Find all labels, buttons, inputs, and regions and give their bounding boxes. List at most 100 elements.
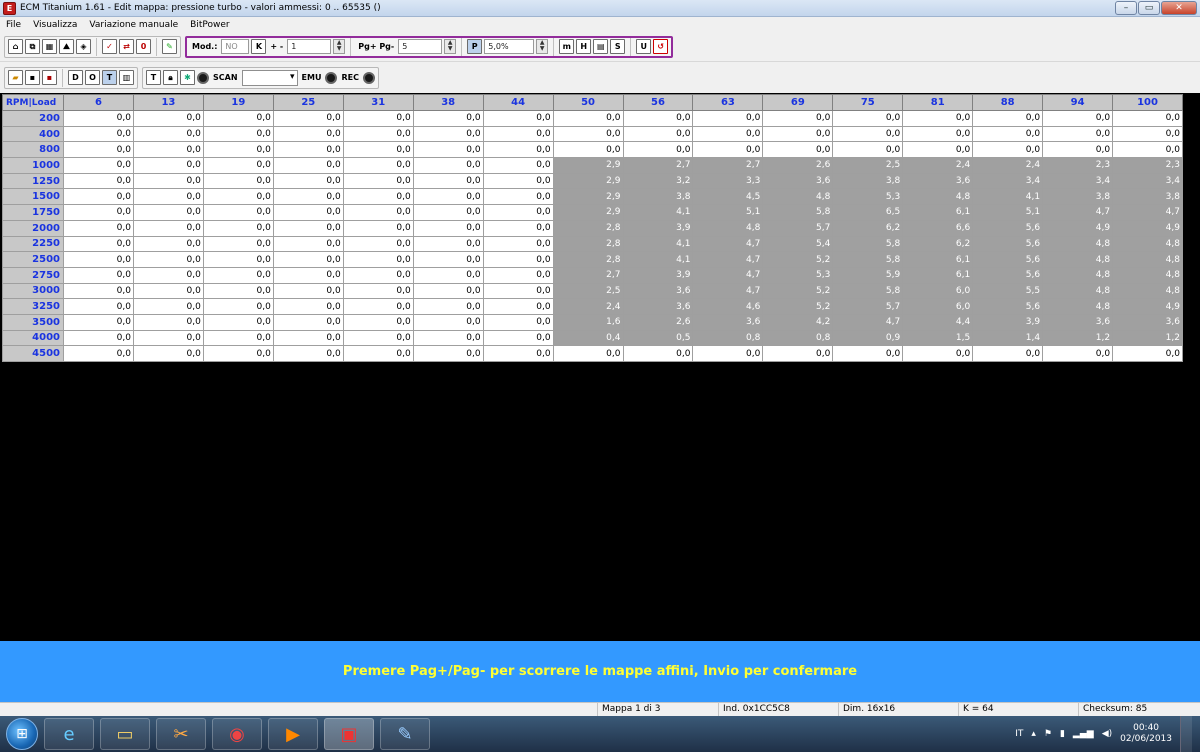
percent-toggle-icon[interactable]: P: [467, 39, 483, 54]
map-cell[interactable]: 0,0: [622, 110, 694, 127]
ie-icon[interactable]: e: [44, 718, 94, 750]
map-cell[interactable]: 0,0: [692, 110, 764, 127]
map-cell[interactable]: 2,3: [1042, 157, 1114, 174]
map-cell[interactable]: 4,8: [1042, 251, 1114, 268]
map-cell[interactable]: 5,6: [972, 235, 1044, 253]
map-cell[interactable]: 0,0: [63, 282, 134, 300]
map-cell[interactable]: 5,8: [832, 251, 904, 268]
map-cell[interactable]: 2,4: [552, 298, 624, 315]
map-cell[interactable]: 0,0: [412, 157, 484, 174]
grid-icon[interactable]: ▦: [42, 39, 57, 54]
map-cell[interactable]: 4,8: [1112, 251, 1183, 268]
map-cell[interactable]: 0,0: [832, 141, 904, 159]
map-cell[interactable]: 5,8: [832, 235, 904, 253]
map-cell[interactable]: 4,1: [622, 204, 694, 221]
map-cell[interactable]: 6,2: [832, 219, 904, 237]
map-cell[interactable]: 0,0: [902, 345, 974, 362]
map-cell[interactable]: 3,3: [692, 172, 764, 190]
map-cell[interactable]: 0,0: [482, 313, 554, 331]
map-cell[interactable]: 6,1: [902, 204, 974, 221]
map-cell[interactable]: 0,0: [272, 204, 344, 221]
copy-icon[interactable]: ⧉: [25, 39, 40, 54]
map-cell[interactable]: 3,6: [1042, 313, 1114, 331]
map-cell[interactable]: 0,0: [272, 157, 344, 174]
k-button[interactable]: K: [251, 39, 267, 54]
map-cell[interactable]: 0,0: [482, 125, 554, 143]
map-cell[interactable]: 4,8: [1042, 282, 1114, 300]
map-cell[interactable]: 0,0: [342, 204, 414, 221]
mod-field[interactable]: NO: [221, 39, 250, 54]
map-cell[interactable]: 2,9: [552, 157, 624, 174]
map-cell[interactable]: 0,0: [132, 329, 204, 347]
map-cell[interactable]: 0,0: [63, 329, 134, 347]
fill-icon[interactable]: ▤: [593, 39, 609, 54]
map-cell[interactable]: 2,6: [622, 313, 694, 331]
map-cell[interactable]: 1,2: [1042, 329, 1114, 347]
map-cell[interactable]: 0,0: [272, 251, 344, 268]
map-cell[interactable]: 2,7: [552, 266, 624, 284]
map-cell[interactable]: 0,0: [482, 329, 554, 347]
map-cell[interactable]: 0,0: [762, 125, 834, 143]
map-cell[interactable]: 0,0: [972, 125, 1044, 143]
rec-dial-icon[interactable]: [362, 71, 375, 84]
map-cell[interactable]: 0,0: [342, 219, 414, 237]
map-cell[interactable]: 0,0: [132, 188, 204, 206]
paint-icon[interactable]: ✎: [162, 39, 177, 54]
show-desktop-button[interactable]: [1180, 716, 1192, 752]
map-cell[interactable]: 0,0: [63, 157, 134, 174]
pg-spinner[interactable]: ▲ ▼: [444, 39, 457, 54]
map-cell[interactable]: 0,0: [482, 219, 554, 237]
map-cell[interactable]: 3,9: [622, 266, 694, 284]
map-cell[interactable]: 0,0: [272, 282, 344, 300]
map-cell[interactable]: 2,4: [972, 157, 1044, 174]
map-cell[interactable]: 0,0: [132, 251, 204, 268]
language-indicator[interactable]: IT: [1015, 729, 1023, 739]
map-cell[interactable]: 0,0: [412, 141, 484, 159]
map-cell[interactable]: 0,0: [692, 345, 764, 362]
map-cell[interactable]: 3,6: [692, 313, 764, 331]
map-cell[interactable]: 0,0: [902, 110, 974, 127]
map-cell[interactable]: 0,0: [1112, 345, 1183, 362]
map-cell[interactable]: 2,5: [552, 282, 624, 300]
map-cell[interactable]: 2,9: [552, 188, 624, 206]
column-view-icon[interactable]: ▥: [119, 70, 134, 85]
map-cell[interactable]: 4,8: [902, 188, 974, 206]
map-cell[interactable]: 5,4: [762, 235, 834, 253]
map-cell[interactable]: 0,0: [342, 125, 414, 143]
map-cell[interactable]: 0,0: [482, 266, 554, 284]
map-cell[interactable]: 0,0: [202, 298, 274, 315]
3d-view-icon[interactable]: ◈: [76, 39, 91, 54]
menu-bitpower[interactable]: BitPower: [190, 20, 229, 30]
map-cell[interactable]: 4,5: [692, 188, 764, 206]
map-cell[interactable]: 2,3: [1112, 157, 1183, 174]
map-cell[interactable]: 0,0: [412, 188, 484, 206]
map-cell[interactable]: 0,0: [63, 125, 134, 143]
map-cell[interactable]: 0,0: [272, 219, 344, 237]
map-cell[interactable]: 0,0: [132, 110, 204, 127]
map-cell[interactable]: 0,0: [342, 313, 414, 331]
map-cell[interactable]: 3,4: [1042, 172, 1114, 190]
lock-icon[interactable]: 🔒︎: [163, 70, 178, 85]
chart-icon[interactable]: ⛰: [59, 39, 74, 54]
chrome-icon[interactable]: ◉: [212, 718, 262, 750]
undo-icon[interactable]: ↺: [653, 39, 669, 54]
map-cell[interactable]: 0,0: [132, 125, 204, 143]
map-cell[interactable]: 3,2: [622, 172, 694, 190]
map-cell[interactable]: 5,2: [762, 298, 834, 315]
map-cell[interactable]: 0,0: [132, 204, 204, 221]
plusminus-field[interactable]: 1: [287, 39, 332, 54]
map-cell[interactable]: 2,8: [552, 251, 624, 268]
paint-task-icon[interactable]: ✎: [380, 718, 430, 750]
scan-combo[interactable]: [241, 69, 298, 86]
t-view-icon[interactable]: T: [102, 70, 117, 85]
map-cell[interactable]: 0,0: [63, 235, 134, 253]
map-cell[interactable]: 0,0: [832, 110, 904, 127]
map-cell[interactable]: 3,6: [622, 298, 694, 315]
save-icon[interactable]: ▪: [25, 70, 40, 85]
maximize-button[interactable]: ▭: [1138, 1, 1160, 15]
map-cell[interactable]: 0,0: [202, 282, 274, 300]
map-cell[interactable]: 0,0: [272, 172, 344, 190]
start-button-icon[interactable]: ⊞: [6, 718, 38, 750]
map-cell[interactable]: 0,0: [1042, 125, 1114, 143]
map-cell[interactable]: 0,0: [202, 141, 274, 159]
